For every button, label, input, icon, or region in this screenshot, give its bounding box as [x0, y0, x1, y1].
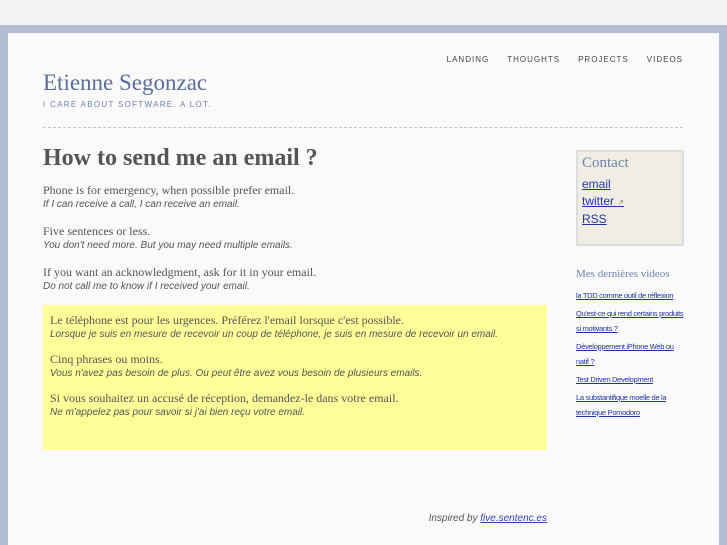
- header-divider: [43, 127, 683, 128]
- rule-fr-subtext: Vous n'avez pas besoin de plus. Ou peut …: [50, 368, 423, 379]
- video-link[interactable]: Développement iPhone Web ou natif ?: [576, 339, 686, 369]
- site-tagline: I CARE ABOUT SOFTWARE. A LOT.: [43, 100, 212, 109]
- rule-fr-text: Si vous souhaitez un accusé de réception…: [50, 391, 399, 405]
- contact-twitter-link[interactable]: twitter ↗: [582, 193, 678, 211]
- video-link[interactable]: la TDD comme outil de réflexion: [576, 288, 686, 303]
- inspired-link[interactable]: five.sentenc.es: [480, 513, 547, 524]
- inspired-prefix: Inspired by: [428, 513, 478, 524]
- rule-item: Five sentences or less. You don't need m…: [43, 223, 547, 253]
- nav-videos[interactable]: VIDEOS: [647, 55, 683, 64]
- post-title: How to send me an email ?: [43, 145, 318, 171]
- external-link-icon: ↗: [617, 198, 625, 207]
- rule-text: Phone is for emergency, when possible pr…: [43, 183, 295, 197]
- rule-fr-text: Le téléphone est pour les urgences. Préf…: [50, 313, 404, 327]
- contact-title: Contact: [582, 155, 629, 171]
- rule-item: Phone is for emergency, when possible pr…: [43, 182, 547, 212]
- videos-section: Mes dernières videos la TDD comme outil …: [576, 268, 686, 423]
- video-link[interactable]: Qu'est-ce qui rend certains produits si …: [576, 306, 686, 336]
- rule-text: If you want an acknowledgment, ask for i…: [43, 265, 317, 279]
- rule-subtext: If I can receive a call, I can receive a…: [43, 199, 240, 210]
- french-rules-box: Le téléphone est pour les urgences. Préf…: [43, 305, 547, 450]
- nav-landing[interactable]: LANDING: [447, 55, 490, 64]
- rule-fr-subtext: Ne m'appelez pas pour savoir si j'ai bie…: [50, 407, 306, 418]
- rule-item: If you want an acknowledgment, ask for i…: [43, 264, 547, 294]
- rule-fr-text: Cinq phrases ou moins.: [50, 352, 163, 366]
- contact-rss-link[interactable]: RSS: [582, 211, 678, 228]
- rule-subtext: You don't need more. But you may need mu…: [43, 240, 293, 251]
- main-content: How to send me an email ? Phone is for e…: [43, 145, 547, 450]
- contact-box: Contact email twitter ↗ RSS: [576, 150, 684, 246]
- inspired-by: Inspired by five.sentenc.es: [429, 513, 547, 524]
- rule-fr-subtext: Lorsque je suis en mesure de recevoir un…: [50, 329, 499, 340]
- nav-thoughts[interactable]: THOUGHTS: [507, 55, 560, 64]
- site-title[interactable]: Etienne Segonzac: [43, 70, 207, 96]
- videos-title: Mes dernières videos: [576, 268, 670, 280]
- contact-twitter-label: twitter: [582, 194, 615, 208]
- rule-subtext: Do not call me to know if I received you…: [43, 281, 250, 292]
- nav-projects[interactable]: PROJECTS: [578, 55, 629, 64]
- rule-text: Five sentences or less.: [43, 224, 151, 238]
- video-link[interactable]: Test Driven Development: [576, 372, 686, 387]
- main-nav: LANDING THOUGHTS PROJECTS VIDEOS: [447, 55, 683, 64]
- video-link[interactable]: La substantifique moelle de la technique…: [576, 390, 686, 420]
- contact-email-link[interactable]: email: [582, 176, 678, 193]
